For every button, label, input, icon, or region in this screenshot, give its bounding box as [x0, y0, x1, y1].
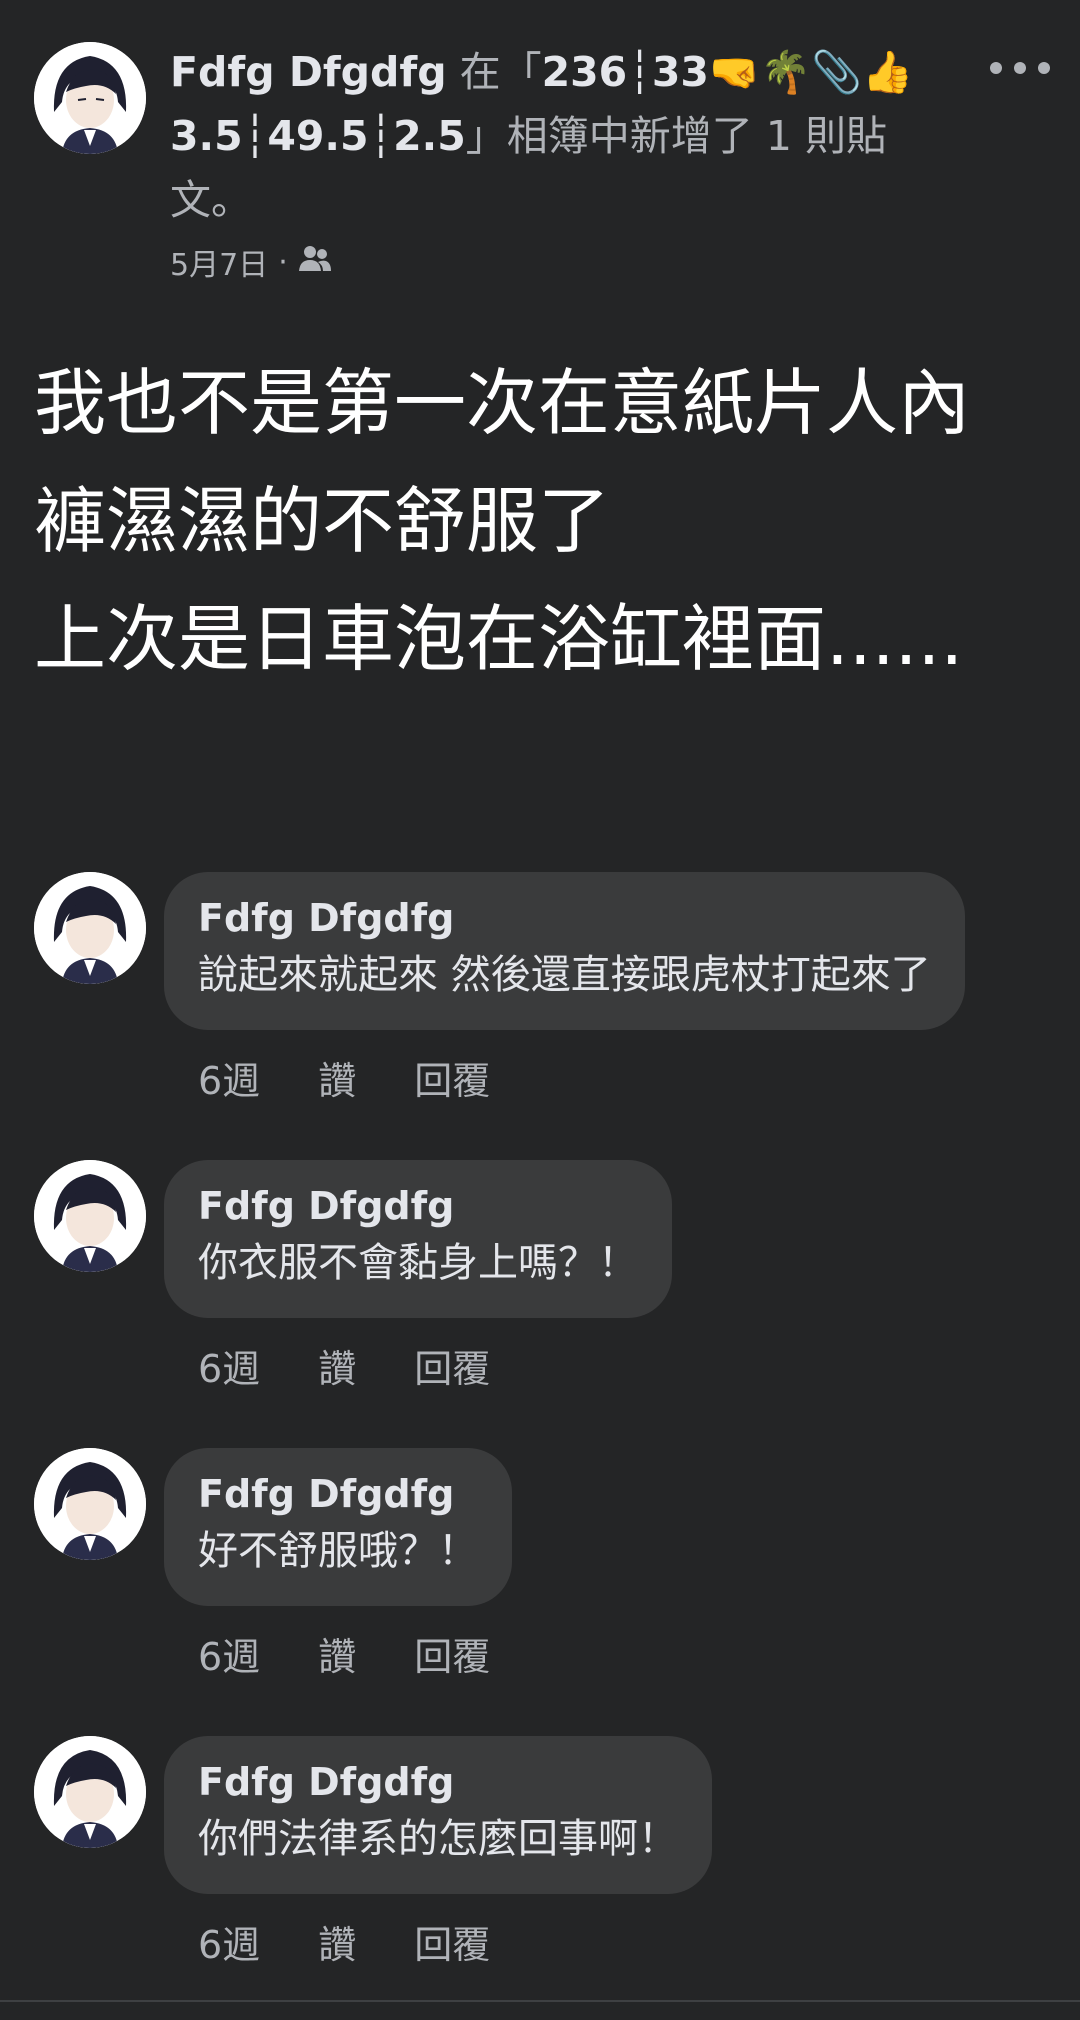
- like-button[interactable]: 讚: [318, 1914, 356, 1969]
- avatar-illustration: [34, 42, 146, 154]
- like-button[interactable]: 讚: [318, 1626, 356, 1681]
- comment-text: 好不舒服哦？！: [198, 1528, 478, 1574]
- avatar-illustration: [34, 872, 146, 984]
- like-button[interactable]: 讚: [318, 1050, 356, 1105]
- comment-author[interactable]: Fdfg Dfgdfg: [198, 892, 931, 944]
- comment-time[interactable]: 6週: [198, 1914, 260, 1969]
- avatar-illustration: [34, 1448, 146, 1560]
- avatar-illustration: [34, 1160, 146, 1272]
- post-body-line: 褲濕濕的不舒服了: [34, 479, 611, 563]
- comment-bubble[interactable]: Fdfg Dfgdfg 你們法律系的怎麼回事啊！: [164, 1736, 712, 1894]
- comment-time[interactable]: 6週: [198, 1338, 260, 1393]
- comment-actions: 6週 讚 回覆: [198, 1050, 490, 1105]
- post-body: 我也不是第一次在意紙片人內 褲濕濕的不舒服了 上次是日車泡在浴缸裡面......: [34, 344, 1044, 698]
- comment-bubble[interactable]: Fdfg Dfgdfg 好不舒服哦？！: [164, 1448, 512, 1606]
- commenter-avatar[interactable]: [34, 1736, 146, 1848]
- comment: Fdfg Dfgdfg 好不舒服哦？！ 6週 讚 回覆: [34, 1448, 1044, 1698]
- reply-button[interactable]: 回覆: [414, 1050, 490, 1105]
- reply-button[interactable]: 回覆: [414, 1626, 490, 1681]
- author-avatar[interactable]: [34, 42, 146, 154]
- post-author-name[interactable]: Fdfg Dfgdfg: [170, 48, 447, 96]
- comment-text: 說起來就起來 然後還直接跟虎杖打起來了: [198, 952, 931, 998]
- post-date[interactable]: 5月7日: [170, 240, 268, 284]
- commenter-avatar[interactable]: [34, 1160, 146, 1272]
- reply-button[interactable]: 回覆: [414, 1914, 490, 1969]
- comment: Fdfg Dfgdfg 你們法律系的怎麼回事啊！ 6週 讚 回覆: [34, 1736, 1044, 1986]
- comment-time[interactable]: 6週: [198, 1626, 260, 1681]
- post-body-line: 上次是日車泡在浴缸裡面......: [34, 597, 964, 681]
- comment-text: 你衣服不會黏身上嗎？！: [198, 1240, 638, 1286]
- bottom-divider: [0, 2000, 1080, 2002]
- post-meta: 5月7日 ·: [170, 240, 332, 284]
- comment-bubble[interactable]: Fdfg Dfgdfg 你衣服不會黏身上嗎？！: [164, 1160, 672, 1318]
- like-button[interactable]: 讚: [318, 1338, 356, 1393]
- comment-text: 你們法律系的怎麼回事啊！: [198, 1816, 678, 1862]
- comment-author[interactable]: Fdfg Dfgdfg: [198, 1468, 478, 1520]
- commenter-avatar[interactable]: [34, 872, 146, 984]
- comment: Fdfg Dfgdfg 你衣服不會黏身上嗎？！ 6週 讚 回覆: [34, 1160, 1044, 1410]
- reply-button[interactable]: 回覆: [414, 1338, 490, 1393]
- more-dot-icon: [1038, 62, 1050, 74]
- comment-bubble[interactable]: Fdfg Dfgdfg 說起來就起來 然後還直接跟虎杖打起來了: [164, 872, 965, 1030]
- post-action-prefix: 在「: [459, 48, 542, 96]
- more-dot-icon: [1014, 62, 1026, 74]
- meta-separator: ·: [278, 244, 288, 280]
- comment: Fdfg Dfgdfg 說起來就起來 然後還直接跟虎杖打起來了 6週 讚 回覆: [34, 872, 1044, 1122]
- commenter-avatar[interactable]: [34, 1448, 146, 1560]
- comment-actions: 6週 讚 回覆: [198, 1626, 490, 1681]
- comment-author[interactable]: Fdfg Dfgdfg: [198, 1756, 678, 1808]
- avatar-illustration: [34, 1736, 146, 1848]
- more-dot-icon: [990, 62, 1002, 74]
- comment-author[interactable]: Fdfg Dfgdfg: [198, 1180, 638, 1232]
- friends-icon: [298, 243, 332, 281]
- comment-time[interactable]: 6週: [198, 1050, 260, 1105]
- more-options-button[interactable]: [990, 48, 1050, 88]
- post-body-line: 我也不是第一次在意紙片人內: [34, 361, 971, 445]
- comment-actions: 6週 讚 回覆: [198, 1338, 490, 1393]
- comment-actions: 6週 讚 回覆: [198, 1914, 490, 1969]
- post-header-text: Fdfg Dfgdfg 在「236┆33🤜🌴📎👍 3.5┆49.5┆2.5」相簿…: [170, 40, 950, 232]
